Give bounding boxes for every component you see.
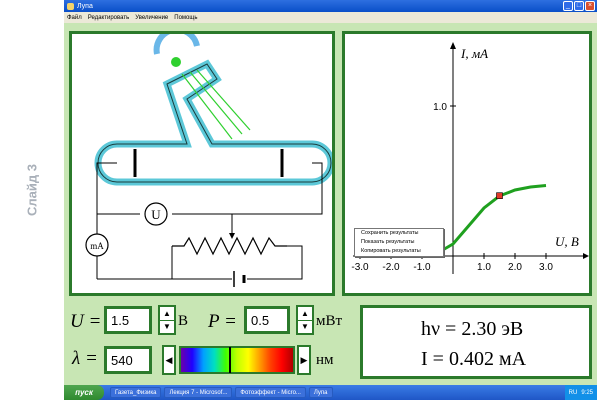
operating-point-marker bbox=[496, 192, 503, 199]
voltage-unit: В bbox=[178, 313, 189, 329]
decrement-icon[interactable]: ▼ bbox=[160, 321, 174, 334]
wavelength-left-button[interactable]: ◀ bbox=[162, 345, 176, 375]
increment-icon[interactable]: ▲ bbox=[160, 307, 174, 321]
wire bbox=[172, 162, 323, 215]
menu-file[interactable]: Файл bbox=[67, 15, 82, 21]
taskbar-item[interactable]: Газета_Физика bbox=[110, 387, 162, 398]
lamp-reflector bbox=[153, 34, 200, 55]
menu-help[interactable]: Помощь bbox=[174, 15, 197, 21]
results-panel: hν = 2.30 эВ I = 0.402 мА bbox=[360, 305, 592, 379]
wavelength-unit: нм bbox=[316, 352, 334, 368]
taskbar-item[interactable]: Лекция 7 - Microsof... bbox=[164, 387, 233, 398]
x-axis-label: U, В bbox=[555, 234, 579, 249]
arrow-right-icon: ▶ bbox=[300, 354, 308, 365]
voltage-stepper[interactable]: ▲ ▼ bbox=[158, 305, 176, 335]
window-controls: _ □ × bbox=[563, 1, 595, 11]
x-tick-label: -2.0 bbox=[382, 262, 400, 273]
menu-item-show-results[interactable]: Показать результаты bbox=[355, 238, 443, 247]
window-title: Лупа bbox=[77, 2, 93, 10]
wavelength-right-button[interactable]: ▶ bbox=[297, 345, 311, 375]
light-source-icon bbox=[171, 57, 181, 67]
menu-zoom[interactable]: Увеличение bbox=[135, 15, 168, 21]
circuit-panel: U mA bbox=[69, 31, 335, 296]
x-tick-label: 1.0 bbox=[477, 262, 491, 273]
voltage-input[interactable]: 1.5 bbox=[104, 306, 152, 334]
taskbar: пуск Газета_Физика Лекция 7 - Microsof..… bbox=[64, 385, 597, 400]
language-indicator[interactable]: RU bbox=[569, 390, 578, 396]
menu-bar: Файл Редактировать Увеличение Помощь bbox=[64, 12, 597, 23]
context-menu: Сохранить результаты Показать результаты… bbox=[354, 228, 444, 257]
ammeter-label: mA bbox=[90, 241, 104, 251]
decrement-icon[interactable]: ▼ bbox=[298, 321, 312, 334]
start-button[interactable]: пуск bbox=[64, 385, 104, 400]
taskbar-item[interactable]: Фотоэффект - Micro... bbox=[235, 387, 306, 398]
photon-energy-result: hν = 2.30 эВ bbox=[421, 318, 524, 340]
app-icon bbox=[67, 2, 74, 10]
wavelength-symbol: λ = bbox=[72, 348, 98, 369]
x-tick-label: 2.0 bbox=[508, 262, 522, 273]
slide-strip: Слайд 3 bbox=[0, 0, 64, 400]
slide-label: Слайд 3 bbox=[24, 164, 40, 216]
clock: 9:25 bbox=[581, 389, 593, 396]
y-tick-label: 1.0 bbox=[433, 102, 447, 113]
voltmeter-label: U bbox=[151, 207, 161, 222]
x-tick-label: -3.0 bbox=[351, 262, 369, 273]
x-axis-arrow-icon bbox=[583, 253, 589, 259]
close-icon[interactable]: × bbox=[585, 1, 595, 11]
wavelength-input[interactable]: 540 bbox=[104, 346, 152, 374]
light-ray bbox=[196, 69, 251, 131]
spectrum-slider-handle[interactable] bbox=[229, 347, 231, 373]
x-tick-label: -1.0 bbox=[413, 262, 431, 273]
x-tick-label: 3.0 bbox=[539, 262, 553, 273]
app-window: Лупа _ □ × Файл Редактировать Увеличение… bbox=[64, 0, 597, 385]
title-bar: Лупа _ □ × bbox=[64, 0, 597, 12]
spectrum-slider[interactable] bbox=[179, 346, 295, 374]
system-tray: RU 9:25 bbox=[564, 385, 597, 400]
rheostat-slider-icon bbox=[229, 233, 235, 239]
power-symbol: P = bbox=[208, 311, 237, 332]
taskbar-item[interactable]: Лупа bbox=[308, 387, 333, 398]
menu-item-save-results[interactable]: Сохранить результаты bbox=[355, 229, 443, 238]
y-axis-arrow-icon bbox=[450, 42, 456, 49]
voltage-symbol: U = bbox=[70, 311, 102, 332]
y-axis-label: I, мА bbox=[460, 46, 488, 61]
increment-icon[interactable]: ▲ bbox=[298, 307, 312, 321]
wire bbox=[247, 245, 303, 280]
current-result: I = 0.402 мА bbox=[421, 348, 527, 370]
power-stepper[interactable]: ▲ ▼ bbox=[296, 305, 314, 335]
minimize-icon[interactable]: _ bbox=[563, 1, 573, 11]
circuit-diagram: U mA bbox=[85, 34, 332, 287]
arrow-left-icon: ◀ bbox=[165, 354, 173, 365]
power-unit: мВт bbox=[316, 313, 343, 329]
menu-edit[interactable]: Редактировать bbox=[88, 15, 129, 21]
menu-item-copy-results[interactable]: Копировать результаты bbox=[355, 247, 443, 256]
power-input[interactable]: 0.5 bbox=[244, 306, 290, 334]
maximize-icon[interactable]: □ bbox=[574, 1, 584, 11]
rheostat bbox=[172, 236, 287, 256]
photocell-tube bbox=[94, 59, 332, 186]
